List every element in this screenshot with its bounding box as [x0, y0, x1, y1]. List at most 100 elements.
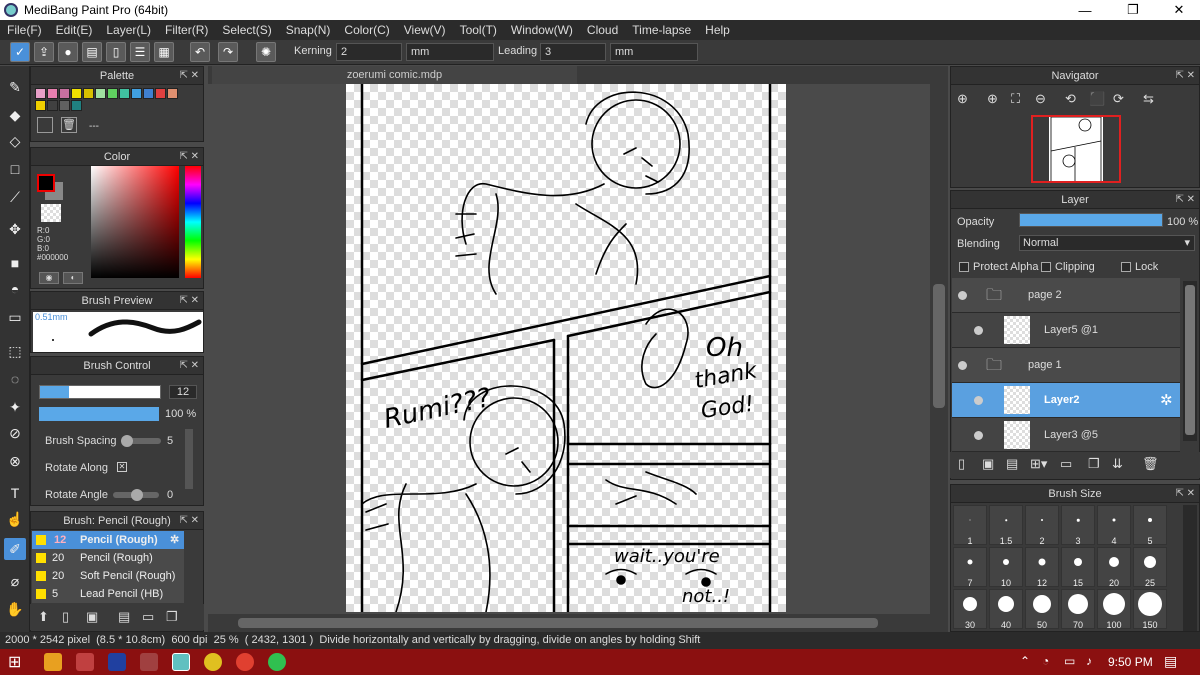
- loading-icon[interactable]: ✺: [256, 42, 276, 62]
- palette-swatch[interactable]: [71, 88, 82, 99]
- visibility-icon[interactable]: [974, 326, 983, 335]
- panel-close-icon[interactable]: ⇱ ✕: [179, 512, 199, 530]
- antialias-icon[interactable]: ✓: [10, 42, 30, 62]
- document-icon[interactable]: ▯: [106, 42, 126, 62]
- folder-icon[interactable]: ▭: [1060, 456, 1072, 472]
- primary-color-swatch[interactable]: [37, 174, 55, 192]
- menu-help[interactable]: Help: [698, 23, 737, 37]
- flip-icon[interactable]: ⇆: [1143, 91, 1154, 107]
- brush-item[interactable]: 20 Soft Pencil (Rough): [32, 567, 184, 585]
- horizontal-scrollbar[interactable]: [208, 614, 930, 632]
- menu-layer[interactable]: Layer(L): [99, 23, 158, 37]
- palette-swatch[interactable]: [83, 88, 94, 99]
- brush-size-cell[interactable]: 12: [1025, 547, 1059, 588]
- layer-row[interactable]: Layer3 @5: [952, 418, 1180, 452]
- menu-tool[interactable]: Tool(T): [453, 23, 504, 37]
- brush-item[interactable]: 20 Pencil (Rough): [32, 549, 184, 567]
- palette-swatch[interactable]: [95, 88, 106, 99]
- select-eraser-icon[interactable]: ⊗: [4, 450, 26, 472]
- layer-folder-row[interactable]: 🗀 page 2: [952, 278, 1180, 313]
- chrome-icon[interactable]: [236, 653, 254, 671]
- palette-swatch[interactable]: [167, 88, 178, 99]
- magic-wand-icon[interactable]: ✦: [4, 396, 26, 418]
- menu-select[interactable]: Select(S): [215, 23, 278, 37]
- select-rect-icon[interactable]: ⬚: [4, 340, 26, 362]
- document-tab[interactable]: zoerumi comic.mdp: [212, 66, 577, 84]
- brush-spacing-slider[interactable]: [121, 435, 161, 447]
- palette-swatch[interactable]: [155, 88, 166, 99]
- brush-size-cell[interactable]: 40: [989, 589, 1023, 630]
- add-brush-icon[interactable]: ▣: [86, 609, 98, 625]
- paint-app-icon[interactable]: [140, 653, 158, 671]
- panel-close-icon[interactable]: ⇱ ✕: [179, 67, 199, 85]
- list-icon[interactable]: ☰: [130, 42, 150, 62]
- lasso-tool-icon[interactable]: ◌: [4, 368, 26, 390]
- brush-item[interactable]: 5 Lead Pencil (HB): [32, 585, 184, 603]
- chrome-icon[interactable]: [204, 653, 222, 671]
- menu-snap[interactable]: Snap(N): [279, 23, 338, 37]
- volume-icon[interactable]: ♪: [1086, 654, 1092, 668]
- close-icon[interactable]: ✕: [1156, 0, 1200, 20]
- protect-alpha-checkbox[interactable]: [959, 262, 969, 272]
- panel-close-icon[interactable]: ⇱ ✕: [179, 292, 199, 310]
- color-wheel-icon[interactable]: ◉: [39, 272, 59, 284]
- palette-swatch[interactable]: [131, 88, 142, 99]
- menu-file[interactable]: File(F): [0, 23, 49, 37]
- menu-cloud[interactable]: Cloud: [580, 23, 625, 37]
- brush-size-cell[interactable]: 1.5: [989, 505, 1023, 546]
- app-icon[interactable]: [76, 653, 94, 671]
- eraser-tool-icon[interactable]: ◆: [4, 104, 26, 126]
- panel-close-icon[interactable]: ⇱ ✕: [1175, 485, 1195, 503]
- new-layer-icon[interactable]: ▯: [958, 456, 965, 472]
- duplicate-icon[interactable]: ❐: [166, 609, 178, 625]
- brush-size-value[interactable]: 12: [169, 385, 197, 399]
- brush-size-cell[interactable]: 3: [1061, 505, 1095, 546]
- divide-tool-icon[interactable]: ✐: [4, 538, 26, 560]
- palette-swatch[interactable]: [119, 88, 130, 99]
- operation-tool-icon[interactable]: ☝: [4, 508, 26, 530]
- kerning-unit-select[interactable]: mm: [406, 43, 494, 61]
- palette-swatch[interactable]: [59, 88, 70, 99]
- palette-swatch[interactable]: [47, 88, 58, 99]
- brush-size-cell[interactable]: 1: [953, 505, 987, 546]
- menu-view[interactable]: View(V): [397, 23, 453, 37]
- panel-close-icon[interactable]: ⇱ ✕: [179, 357, 199, 375]
- visibility-icon[interactable]: [974, 396, 983, 405]
- zoom-fit-icon[interactable]: ⊕: [957, 91, 968, 107]
- gear-icon[interactable]: ✲: [170, 531, 179, 549]
- lock-checkbox[interactable]: [1121, 262, 1131, 272]
- windows-start-icon[interactable]: ⊞: [8, 652, 21, 672]
- network-icon[interactable]: ◔: [1042, 654, 1049, 668]
- palette-swatch[interactable]: [71, 100, 82, 111]
- clipping-checkbox[interactable]: [1041, 262, 1051, 272]
- brush-size-cell[interactable]: 70: [1061, 589, 1095, 630]
- fit-window-icon[interactable]: ⛶: [1011, 91, 1020, 107]
- fill-rect-icon[interactable]: ■: [4, 252, 26, 274]
- rotate-right-icon[interactable]: ⟳: [1113, 91, 1124, 107]
- hue-slider[interactable]: [185, 166, 201, 278]
- leading-input[interactable]: 3: [540, 43, 606, 61]
- zoom-in-icon[interactable]: ⊕: [987, 91, 998, 107]
- minimize-icon[interactable]: —: [1062, 0, 1108, 20]
- grid-icon[interactable]: ▦: [154, 42, 174, 62]
- panel-close-icon[interactable]: ⇱ ✕: [179, 148, 199, 166]
- brush-size-cell[interactable]: 5: [1133, 505, 1167, 546]
- brush-size-cell[interactable]: 30: [953, 589, 987, 630]
- menu-filter[interactable]: Filter(R): [158, 23, 215, 37]
- spotify-icon[interactable]: [268, 653, 286, 671]
- layer-row-selected[interactable]: Layer2 ✲: [952, 383, 1180, 418]
- brush-opacity-slider[interactable]: [39, 407, 159, 421]
- visibility-icon[interactable]: [958, 291, 967, 300]
- brush-size-cell[interactable]: 100: [1097, 589, 1131, 630]
- text-bubble-icon[interactable]: ▤: [82, 42, 102, 62]
- rectangle-tool-icon[interactable]: □: [4, 158, 26, 180]
- brush-size-cell[interactable]: 10: [989, 547, 1023, 588]
- undo-icon[interactable]: ↶: [190, 42, 210, 62]
- visibility-icon[interactable]: [974, 431, 983, 440]
- brush-size-scrollbar[interactable]: [1183, 505, 1197, 631]
- menu-timelapse[interactable]: Time-lapse: [625, 23, 698, 37]
- brush-size-cell[interactable]: 20: [1097, 547, 1131, 588]
- taskbar-time[interactable]: 9:50 PM: [1108, 655, 1153, 669]
- bucket-tool-icon[interactable]: ◓: [4, 278, 26, 300]
- speech-bubble-icon[interactable]: ●: [58, 42, 78, 62]
